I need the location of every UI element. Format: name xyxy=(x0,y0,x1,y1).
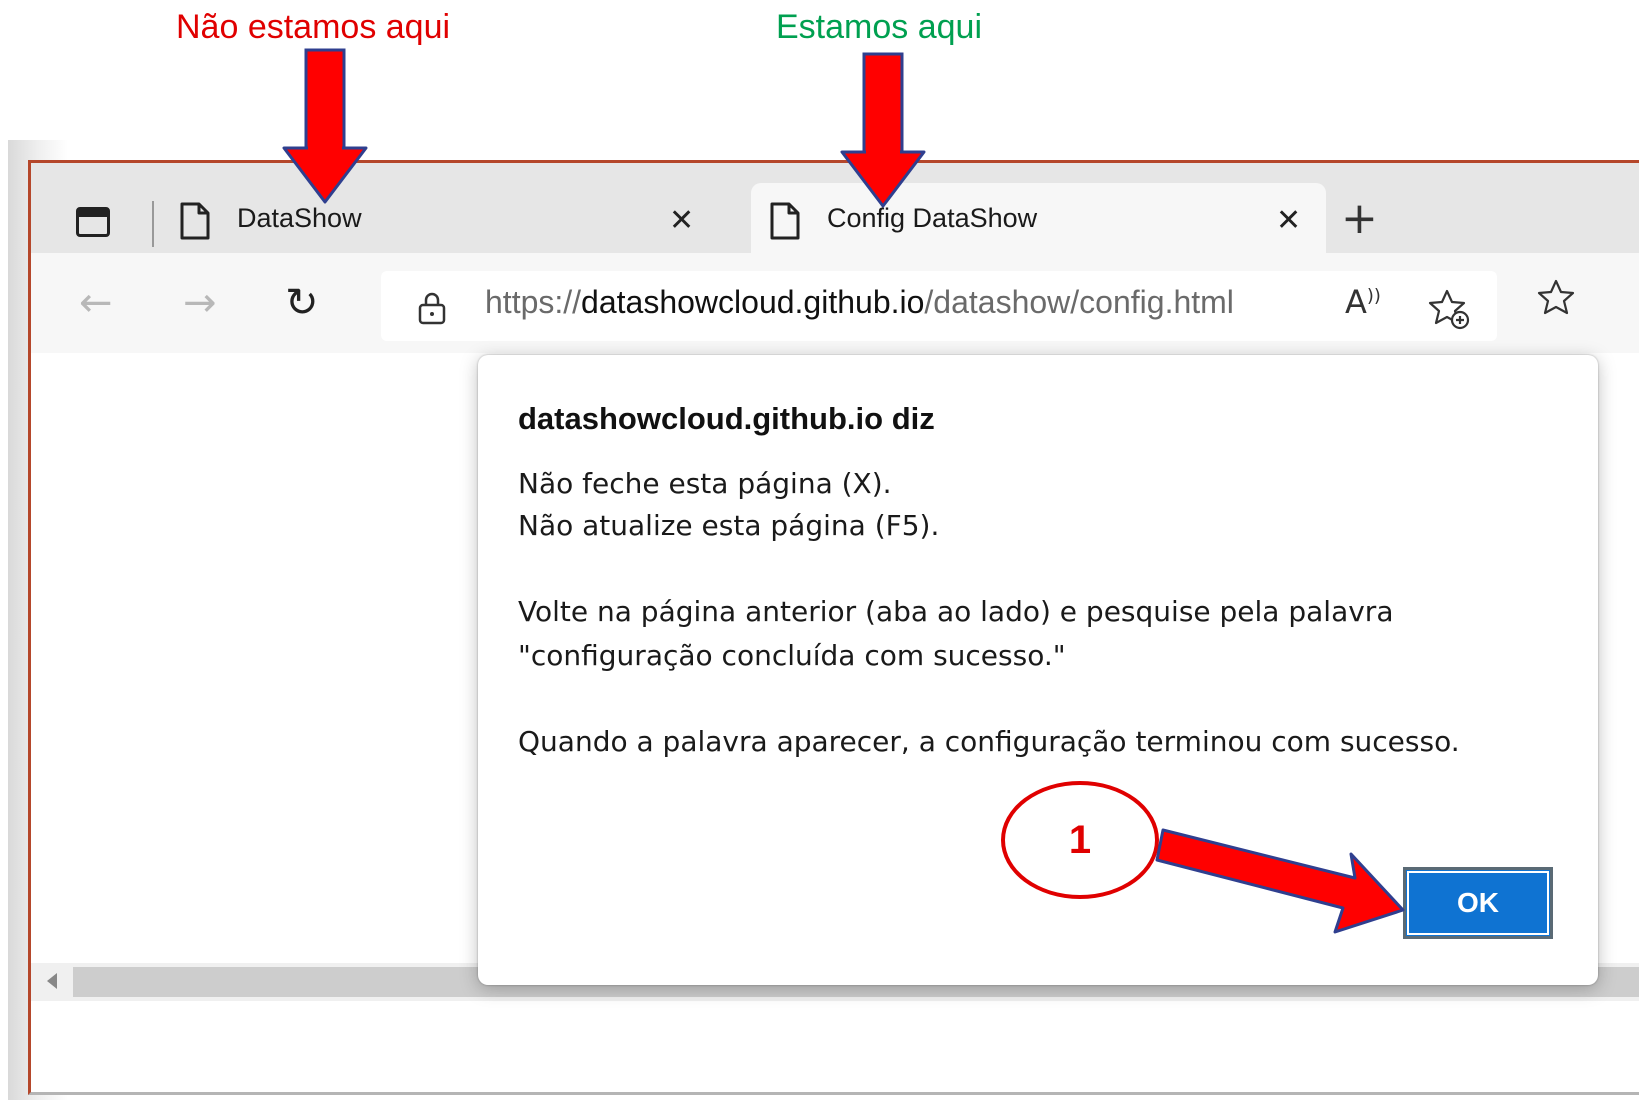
url-host: datashowcloud.github.io xyxy=(581,284,925,320)
scroll-left-icon[interactable] xyxy=(47,973,57,989)
annotation-we-are-here: Estamos aqui xyxy=(776,8,982,46)
dialog-line: Volte na página anterior (aba ao lado) e… xyxy=(518,595,1394,628)
arrow-down-we-are-here xyxy=(840,52,926,208)
step-number-circle: 1 xyxy=(1001,781,1159,899)
dialog-line: Quando a palavra aparecer, a configuraçã… xyxy=(518,725,1460,758)
arrow-down-not-here xyxy=(282,48,368,204)
url-text[interactable]: https://datashowcloud.github.io/datashow… xyxy=(485,284,1234,321)
page-bottom-area xyxy=(31,1001,1639,1092)
close-icon[interactable]: ✕ xyxy=(1276,201,1301,241)
plus-icon[interactable]: + xyxy=(1341,193,1378,245)
page-icon xyxy=(770,202,800,240)
dialog-line: Não feche esta página (X). xyxy=(518,467,892,500)
back-arrow-icon[interactable]: ← xyxy=(79,279,113,327)
tab-title: DataShow xyxy=(237,203,362,233)
url-path: /datashow/config.html xyxy=(924,284,1234,320)
read-aloud-icon[interactable]: A)) xyxy=(1345,283,1381,321)
dialog-line: "configuração concluída com sucesso." xyxy=(518,639,1066,672)
annotation-not-here: Não estamos aqui xyxy=(176,8,451,46)
url-scheme: https:// xyxy=(485,284,582,320)
dialog-line: Não atualize esta página (F5). xyxy=(518,509,940,542)
browser-toolbar: ← → ↻ https://datashowcloud.github.io/da… xyxy=(31,253,1639,354)
sidebar-icon[interactable] xyxy=(76,207,110,237)
ok-button[interactable]: OK xyxy=(1403,867,1553,939)
reload-icon[interactable]: ↻ xyxy=(285,279,319,327)
lock-icon[interactable] xyxy=(417,291,447,325)
dialog-heading: datashowcloud.github.io diz xyxy=(518,401,935,436)
arrow-to-ok-button xyxy=(1155,828,1405,934)
add-favorite-icon[interactable] xyxy=(1427,287,1471,331)
tab-separator xyxy=(152,201,154,247)
forward-arrow-icon[interactable]: → xyxy=(183,279,217,327)
alert-dialog: datashowcloud.github.io diz Não feche es… xyxy=(478,355,1598,985)
favorites-icon[interactable] xyxy=(1536,277,1576,317)
address-bar[interactable]: https://datashowcloud.github.io/datashow… xyxy=(381,271,1497,341)
page-icon xyxy=(180,202,210,240)
close-icon[interactable]: ✕ xyxy=(669,201,694,241)
